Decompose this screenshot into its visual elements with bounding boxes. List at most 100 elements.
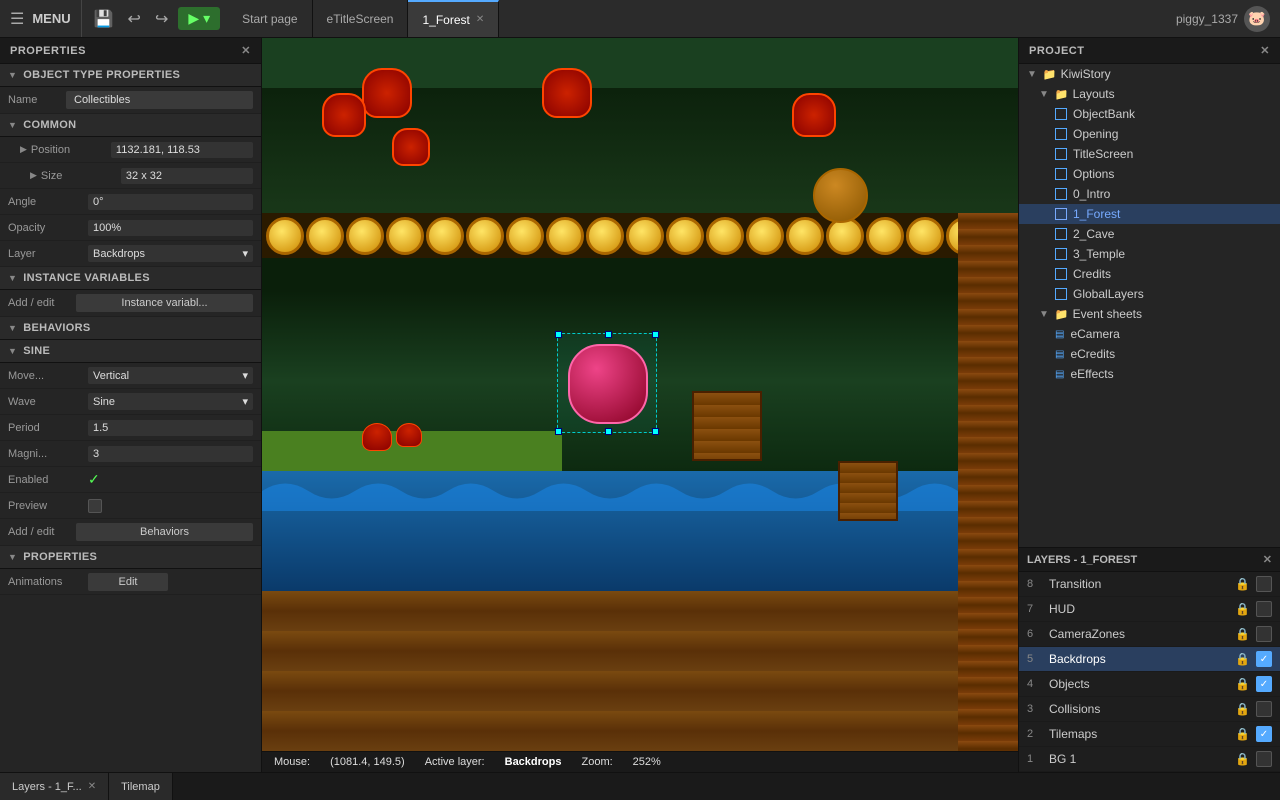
behaviors-add-btn[interactable]: Behaviors [76, 523, 253, 541]
position-value[interactable]: 1132.181, 118.53 [111, 142, 253, 158]
layers-bottom-tab[interactable]: Layers - 1_F... ✕ [0, 773, 109, 800]
coin-1 [266, 217, 304, 255]
tab-start-page[interactable]: Start page [228, 0, 312, 37]
magni-value[interactable]: 3 [88, 446, 253, 462]
section-instance-vars[interactable]: ▼ INSTANCE VARIABLES [0, 267, 261, 290]
section-behaviors[interactable]: ▼ BEHAVIORS [0, 317, 261, 340]
layer-6-lock-icon[interactable]: 🔒 [1235, 627, 1250, 641]
redo-icon[interactable]: ↪ [151, 7, 172, 31]
layer-6-camerazones[interactable]: 6 CameraZones 🔒 [1019, 622, 1280, 647]
tree-1forest[interactable]: 1_Forest [1019, 204, 1280, 224]
section-object-type[interactable]: ▼ OBJECT TYPE PROPERTIES [0, 64, 261, 87]
save-icon[interactable]: 💾 [90, 7, 118, 31]
animations-edit-btn[interactable]: Edit [88, 573, 168, 591]
layer-7-hud[interactable]: 7 HUD 🔒 [1019, 597, 1280, 622]
avatar[interactable]: 🐷 [1244, 6, 1270, 32]
coin-13 [746, 217, 784, 255]
layer-2-lock-icon[interactable]: 🔒 [1235, 727, 1250, 741]
move-value[interactable]: Vertical ▾ [88, 367, 253, 384]
layer-8-lock-icon[interactable]: 🔒 [1235, 577, 1250, 591]
handle-tr[interactable] [652, 331, 659, 338]
layer-2-visibility[interactable] [1256, 726, 1272, 742]
tilemap-button[interactable]: Tilemap [109, 773, 173, 800]
play-dropdown-arrow[interactable]: ▾ [203, 10, 210, 27]
layer-4-objects[interactable]: 4 Objects 🔒 [1019, 672, 1280, 697]
angle-row: Angle 0° [0, 189, 261, 215]
layer-1-visibility[interactable] [1256, 751, 1272, 767]
wave-value[interactable]: Sine ▾ [88, 393, 253, 410]
tree-opening[interactable]: Opening [1019, 124, 1280, 144]
layers-close-button[interactable]: ✕ [1263, 553, 1272, 566]
project-close-button[interactable]: ✕ [1260, 44, 1270, 57]
tree-objectbank[interactable]: ObjectBank [1019, 104, 1280, 124]
opacity-value[interactable]: 100% [88, 220, 253, 236]
layer-8-visibility[interactable] [1256, 576, 1272, 592]
layer-5-lock-icon[interactable]: 🔒 [1235, 652, 1250, 666]
coin-9 [586, 217, 624, 255]
angle-value[interactable]: 0° [88, 194, 253, 210]
size-value[interactable]: 32 x 32 [121, 168, 253, 184]
tree-0intro[interactable]: 0_Intro [1019, 184, 1280, 204]
tree-credits[interactable]: Credits [1019, 264, 1280, 284]
tree-globallayers[interactable]: GlobalLayers [1019, 284, 1280, 304]
name-field-value[interactable]: Collectibles [66, 91, 253, 109]
layer-3-lock-icon[interactable]: 🔒 [1235, 702, 1250, 716]
opacity-row: Opacity 100% [0, 215, 261, 241]
enabled-row: Enabled ✓ [0, 467, 261, 493]
properties-close-button[interactable]: ✕ [241, 44, 251, 57]
layer-4-visibility[interactable] [1256, 676, 1272, 692]
layer-2-tilemaps[interactable]: 2 Tilemaps 🔒 [1019, 722, 1280, 747]
layer-7-visibility[interactable] [1256, 601, 1272, 617]
tree-options[interactable]: Options [1019, 164, 1280, 184]
tree-event-sheets[interactable]: ▼ 📁 Event sheets [1019, 304, 1280, 324]
layer-5-backdrops[interactable]: 5 Backdrops 🔒 [1019, 647, 1280, 672]
position-arrow[interactable]: ▶ [20, 144, 27, 155]
size-arrow[interactable]: ▶ [30, 170, 37, 181]
layer-5-num: 5 [1027, 653, 1043, 665]
section-sine[interactable]: ▼ SINE [0, 340, 261, 363]
tree-layouts[interactable]: ▼ 📁 Layouts [1019, 84, 1280, 104]
menu-label[interactable]: MENU [32, 11, 70, 26]
layer-4-lock-icon[interactable]: 🔒 [1235, 677, 1250, 691]
coin-strip [262, 213, 1018, 259]
layer-5-visibility[interactable] [1256, 651, 1272, 667]
handle-br[interactable] [652, 428, 659, 435]
tab-forest[interactable]: 1_Forest ✕ [408, 0, 499, 37]
handle-bc[interactable] [605, 428, 612, 435]
play-button[interactable]: ▶ ▾ [178, 7, 220, 30]
tree-ecamera[interactable]: ▤ eCamera [1019, 324, 1280, 344]
layer-1-bg[interactable]: 1 BG 1 🔒 [1019, 747, 1280, 772]
tree-2cave[interactable]: 2_Cave [1019, 224, 1280, 244]
handle-bl[interactable] [555, 428, 562, 435]
layer-3-visibility[interactable] [1256, 701, 1272, 717]
tree-3temple[interactable]: 3_Temple [1019, 244, 1280, 264]
period-value[interactable]: 1.5 [88, 420, 253, 436]
canvas-content[interactable] [262, 38, 1018, 751]
layer-7-lock-icon[interactable]: 🔒 [1235, 602, 1250, 616]
top-bar: ☰ MENU 💾 ↩ ↪ ▶ ▾ Start page eTitleScreen… [0, 0, 1280, 38]
tree-eeffects[interactable]: ▤ eEffects [1019, 364, 1280, 384]
tree-titlescreen[interactable]: TitleScreen [1019, 144, 1280, 164]
tab-title-screen[interactable]: eTitleScreen [313, 0, 409, 37]
handle-tc[interactable] [605, 331, 612, 338]
section-common[interactable]: ▼ COMMON [0, 114, 261, 137]
tree-kiwistory[interactable]: ▼ 📁 KiwiStory [1019, 64, 1280, 84]
hamburger-icon[interactable]: ☰ [10, 9, 24, 29]
preview-checkbox[interactable] [88, 499, 102, 513]
tree-ecredits[interactable]: ▤ eCredits [1019, 344, 1280, 364]
instance-vars-add-btn[interactable]: Instance variabl... [76, 294, 253, 312]
undo-icon[interactable]: ↩ [124, 7, 145, 31]
layer-1-lock-icon[interactable]: 🔒 [1235, 752, 1250, 766]
kiwistory-label: KiwiStory [1061, 67, 1111, 81]
layer-8-transition[interactable]: 8 Transition 🔒 [1019, 572, 1280, 597]
layer-6-visibility[interactable] [1256, 626, 1272, 642]
layers-bottom-tab-close[interactable]: ✕ [88, 781, 96, 792]
layer-value[interactable]: Backdrops ▾ [88, 245, 253, 262]
layer-2-num: 2 [1027, 728, 1043, 740]
section-properties[interactable]: ▼ PROPERTIES [0, 546, 261, 569]
move-dropdown-arrow: ▾ [242, 369, 248, 382]
enabled-checkmark[interactable]: ✓ [88, 471, 100, 488]
handle-tl[interactable] [555, 331, 562, 338]
tab-forest-close[interactable]: ✕ [476, 14, 484, 25]
layer-3-collisions[interactable]: 3 Collisions 🔒 [1019, 697, 1280, 722]
